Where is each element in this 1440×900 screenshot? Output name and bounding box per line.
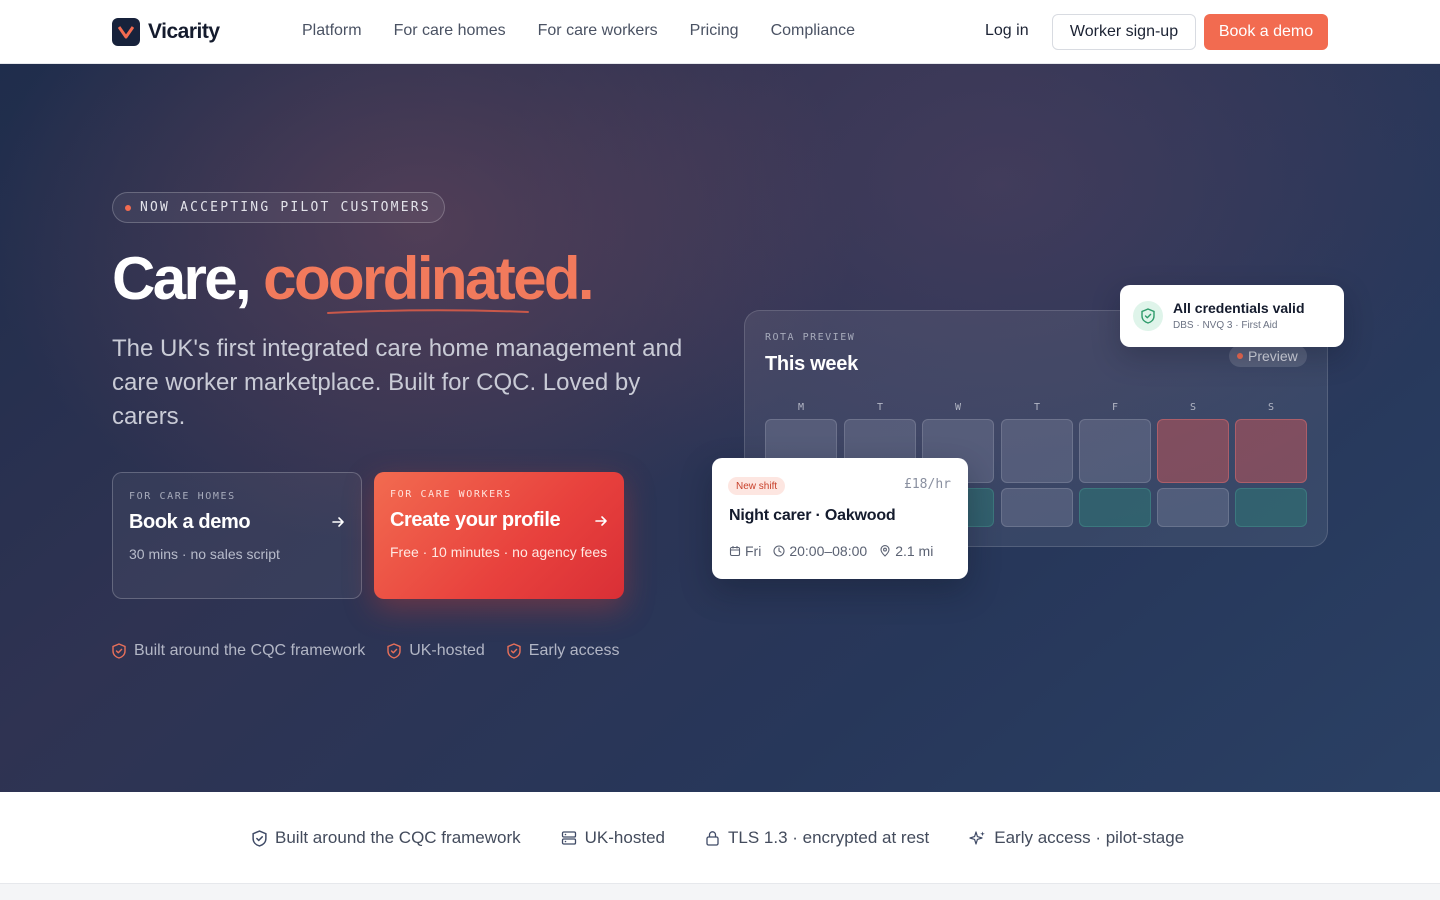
rota-shift-cell[interactable] bbox=[1079, 488, 1151, 527]
nav-link-care-homes[interactable]: For care homes bbox=[394, 22, 506, 40]
shift-meta: Fri 20:00–08:00 2.1 mi bbox=[729, 543, 933, 559]
cta-homes-sub: 30 mins · no sales script bbox=[129, 546, 280, 562]
trust-item-early-access: Early access bbox=[507, 642, 620, 660]
shield-check-icon bbox=[1133, 301, 1163, 331]
nav-links: Platform For care homes For care workers… bbox=[302, 22, 855, 40]
day-label-fri: F bbox=[1111, 402, 1119, 413]
nav-link-pricing[interactable]: Pricing bbox=[690, 22, 739, 40]
shield-check-icon bbox=[112, 643, 126, 659]
arrow-right-icon bbox=[595, 516, 607, 526]
nav-link-platform[interactable]: Platform bbox=[302, 22, 362, 40]
strip-item-cqc: Built around the CQC framework bbox=[252, 828, 521, 848]
hero-subtitle: The UK's first integrated care home mana… bbox=[112, 335, 683, 430]
headline-accent: coordinated. bbox=[263, 245, 594, 312]
cta-homes-eyebrow: FOR CARE HOMES bbox=[129, 491, 236, 502]
preview-badge-label: Preview bbox=[1248, 348, 1298, 364]
trust-strip-row: Built around the CQC framework UK-hosted… bbox=[252, 828, 1184, 848]
nav-link-care-workers[interactable]: For care workers bbox=[538, 22, 658, 40]
cta-homes-title: Book a demo bbox=[129, 511, 251, 533]
rota-eyebrow: ROTA PREVIEW bbox=[765, 332, 856, 343]
new-shift-card[interactable]: New shift £18/hr Night carer · Oakwood F… bbox=[712, 458, 968, 579]
strip-label-uk-hosted: UK-hosted bbox=[584, 828, 665, 847]
rota-shift-cell[interactable] bbox=[1235, 488, 1307, 527]
shift-day-label: Fri bbox=[745, 543, 762, 559]
strip-item-early-access: Early access · pilot-stage bbox=[969, 828, 1184, 848]
day-label-sat: S bbox=[1189, 402, 1197, 413]
rota-shift-cell[interactable] bbox=[1235, 419, 1307, 483]
cta-workers-eyebrow: FOR CARE WORKERS bbox=[390, 489, 512, 500]
top-navigation: Vicarity Platform For care homes For car… bbox=[0, 0, 1440, 64]
lock-icon bbox=[706, 831, 719, 846]
cta-workers-title: Create your profile bbox=[390, 509, 561, 531]
pilot-pill: NOW ACCEPTING PILOT CUSTOMERS bbox=[112, 192, 445, 223]
shield-check-icon bbox=[387, 643, 401, 659]
shield-check-icon bbox=[252, 829, 267, 847]
headline-plain: Care, bbox=[112, 245, 264, 312]
rota-shift-cell[interactable] bbox=[1001, 419, 1073, 483]
preview-badge: Preview bbox=[1229, 345, 1307, 367]
credentials-title: All credentials valid bbox=[1173, 300, 1305, 316]
arrow-right-icon bbox=[332, 517, 344, 527]
trust-strip: Built around the CQC framework UK-hosted… bbox=[0, 792, 1440, 884]
day-label-thu: T bbox=[1033, 402, 1041, 413]
logo-mark-icon bbox=[112, 18, 140, 46]
rota-shift-cell[interactable] bbox=[1001, 488, 1073, 527]
sparkles-icon bbox=[969, 830, 986, 845]
calendar-icon bbox=[729, 546, 741, 557]
shift-day: Fri bbox=[729, 543, 761, 559]
day-label-mon: M bbox=[797, 402, 805, 413]
rota-shift-cell[interactable] bbox=[1079, 419, 1151, 483]
hero-trust-row: Built around the CQC framework UK-hosted… bbox=[112, 642, 620, 660]
book-demo-button[interactable]: Book a demo bbox=[1204, 14, 1328, 50]
credentials-toast: All credentials valid DBS · NVQ 3 · Firs… bbox=[1120, 285, 1344, 347]
brand-logo[interactable]: Vicarity bbox=[112, 18, 220, 46]
cta-care-workers-card[interactable]: FOR CARE WORKERS Create your profile Fre… bbox=[374, 472, 624, 599]
strip-label-tls: TLS 1.3 · encrypted at rest bbox=[727, 828, 930, 847]
clock-icon bbox=[773, 545, 785, 557]
shift-rate: £18/hr bbox=[904, 477, 951, 492]
strip-label-cqc: Built around the CQC framework bbox=[275, 828, 521, 847]
headline-underline-icon bbox=[327, 309, 529, 314]
brand-name: Vicarity bbox=[148, 20, 220, 43]
day-label-tue: T bbox=[876, 402, 884, 413]
new-shift-badge: New shift bbox=[728, 477, 786, 495]
trust-item-uk-hosted: UK-hosted bbox=[387, 642, 485, 660]
rota-title: This week bbox=[765, 353, 858, 375]
hero-section: NOW ACCEPTING PILOT CUSTOMERS Care, coor… bbox=[0, 64, 1440, 792]
rota-shift-cell[interactable] bbox=[1157, 419, 1229, 483]
rota-shift-cell[interactable] bbox=[1157, 488, 1229, 527]
nav-link-compliance[interactable]: Compliance bbox=[771, 22, 855, 40]
shift-time-label: 20:00–08:00 bbox=[789, 543, 868, 559]
trust-label-uk-hosted: UK-hosted bbox=[409, 642, 485, 659]
strip-item-tls: TLS 1.3 · encrypted at rest bbox=[705, 828, 929, 848]
shift-title: Night carer · Oakwood bbox=[729, 507, 896, 524]
cta-workers-sub: Free · 10 minutes · no agency fees bbox=[390, 544, 608, 560]
login-link[interactable]: Log in bbox=[985, 22, 1029, 40]
shift-distance: 2.1 mi bbox=[879, 543, 933, 559]
day-label-wed: W bbox=[954, 402, 962, 413]
server-icon bbox=[561, 831, 576, 845]
status-dot-icon bbox=[1237, 353, 1243, 359]
trust-label-early-access: Early access bbox=[528, 642, 620, 659]
next-section-edge bbox=[0, 884, 1440, 900]
trust-label-cqc: Built around the CQC framework bbox=[134, 642, 366, 659]
worker-signup-button[interactable]: Worker sign-up bbox=[1052, 14, 1196, 50]
shield-check-icon bbox=[507, 643, 521, 659]
map-pin-icon bbox=[880, 545, 890, 557]
strip-item-uk-hosted: UK-hosted bbox=[561, 828, 665, 848]
strip-label-early-access: Early access · pilot-stage bbox=[994, 828, 1185, 847]
hero-headline: Care, coordinated. bbox=[112, 244, 595, 314]
credentials-sub: DBS · NVQ 3 · First Aid bbox=[1173, 320, 1278, 331]
day-label-sun: S bbox=[1267, 402, 1275, 413]
shift-time: 20:00–08:00 bbox=[773, 543, 867, 559]
cta-care-homes-card[interactable]: FOR CARE HOMES Book a demo 30 mins · no … bbox=[112, 472, 362, 599]
pilot-pill-text: NOW ACCEPTING PILOT CUSTOMERS bbox=[140, 200, 431, 215]
shift-distance-label: 2.1 mi bbox=[895, 543, 934, 559]
trust-item-cqc: Built around the CQC framework bbox=[112, 642, 365, 660]
status-dot-icon bbox=[125, 204, 131, 211]
